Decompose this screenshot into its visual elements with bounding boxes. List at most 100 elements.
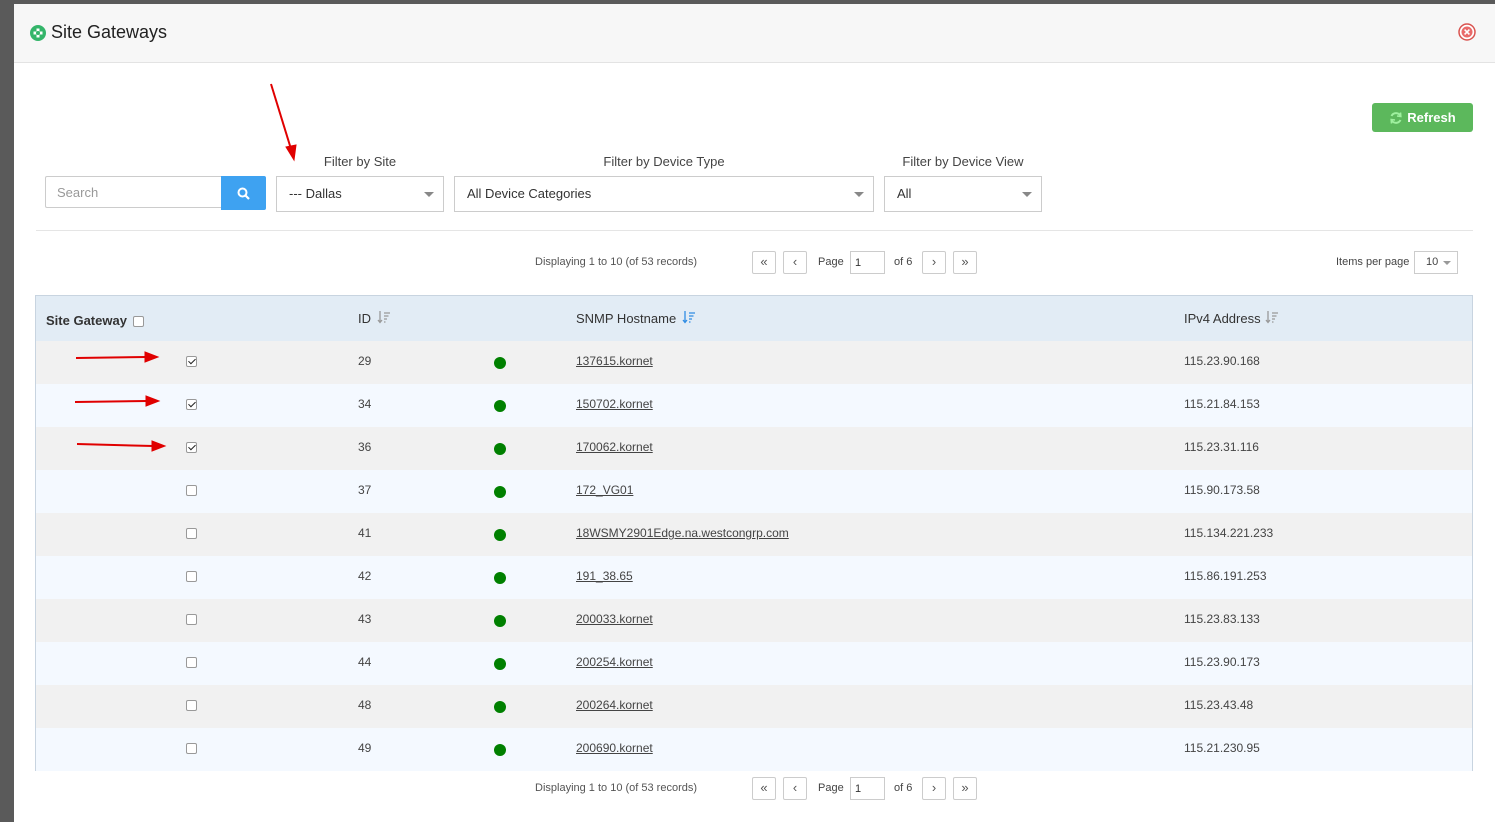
site-gateway-checkbox[interactable] [186,571,197,582]
filter-device-type-label: Filter by Device Type [603,154,725,169]
cell-hostname-link[interactable]: 137615.kornet [576,354,653,368]
table-row[interactable]: 48 200264.kornet 115.23.43.48 [36,685,1472,728]
site-gateway-checkbox[interactable] [186,485,197,496]
page-count-label: of 6 [894,256,913,268]
site-gateway-checkbox[interactable] [186,399,197,410]
cell-hostname-link[interactable]: 200254.kornet [576,655,653,669]
last-page-button[interactable]: » [953,251,977,274]
cell-ipv4: 115.21.230.95 [1184,741,1260,755]
site-gateway-checkbox[interactable] [186,743,197,754]
cell-id: 29 [358,354,372,368]
prev-page-button[interactable]: ‹ [783,251,807,274]
cell-ipv4: 115.134.221.233 [1184,526,1274,540]
column-header-site-gateway: Site Gateway [46,313,127,328]
filter-site-select[interactable]: --- Dallas [276,176,444,212]
cell-id: 34 [358,397,372,411]
next-page-button[interactable]: › [922,251,946,274]
cell-ipv4: 115.23.43.48 [1184,698,1254,712]
first-page-button[interactable]: « [752,777,776,800]
prev-page-button[interactable]: ‹ [783,777,807,800]
dialog-header: Site Gateways [14,4,1495,63]
filter-device-type-select[interactable]: All Device Categories [454,176,874,212]
site-gateway-checkbox[interactable] [186,356,197,367]
status-up-icon [494,701,506,713]
cell-id: 49 [358,741,372,755]
dialog-title: Site Gateways [51,22,168,42]
cell-hostname-link[interactable]: 150702.kornet [576,397,653,411]
status-up-icon [494,400,506,412]
column-header-snmp-hostname[interactable]: SNMP Hostname [576,311,676,326]
table-row[interactable]: 34 150702.kornet 115.21.84.153 [36,384,1472,427]
sort-icon[interactable] [1265,310,1279,324]
cell-hostname-link[interactable]: 191_38.65 [576,569,633,583]
cell-id: 43 [358,612,372,626]
close-icon[interactable] [1458,23,1476,41]
first-page-button[interactable]: « [752,251,776,274]
cell-hostname-link[interactable]: 200264.kornet [576,698,653,712]
site-gateway-checkbox[interactable] [186,442,197,453]
sort-icon[interactable] [377,310,391,324]
page-count-label: of 6 [894,782,913,794]
page-input[interactable] [850,777,885,800]
cell-ipv4: 115.86.191.253 [1184,569,1267,583]
page-label: Page [818,256,844,268]
cell-hostname-link[interactable]: 172_VG01 [576,483,633,497]
gateway-icon [30,25,46,41]
cell-ipv4: 115.23.83.133 [1184,612,1260,626]
divider [36,230,1473,231]
cell-id: 36 [358,440,372,454]
next-page-button[interactable]: › [922,777,946,800]
table-row[interactable]: 42 191_38.65 115.86.191.253 [36,556,1472,599]
items-per-page-select[interactable]: 10 [1414,251,1458,274]
table-row[interactable]: 44 200254.kornet 115.23.90.173 [36,642,1472,685]
cell-hostname-link[interactable]: 170062.kornet [576,440,653,454]
table-row[interactable]: 36 170062.kornet 115.23.31.116 [36,427,1472,470]
cell-hostname-link[interactable]: 200033.kornet [576,612,653,626]
cell-id: 42 [358,569,372,583]
chevron-down-icon [1443,261,1451,265]
cell-id: 37 [358,483,372,497]
filter-device-view-select[interactable]: All [884,176,1042,212]
pager-info-top: Displaying 1 to 10 (of 53 records) [535,256,698,268]
cell-id: 41 [358,526,372,540]
site-gateway-checkbox[interactable] [186,657,197,668]
table-row[interactable]: 41 18WSMY2901Edge.na.westcongrp.com 115.13… [36,513,1472,556]
search-input[interactable] [45,176,221,208]
cell-hostname-link[interactable]: 18WSMY2901Edge.na.westcongrp.com [576,526,789,540]
filter-site-value: --- Dallas [289,186,342,201]
status-up-icon [494,658,506,670]
sort-icon[interactable] [682,310,696,324]
chevron-down-icon [1022,192,1032,197]
table-row[interactable]: 37 172_VG01 115.90.173.58 [36,470,1472,513]
filter-device-view-value: All [897,186,912,201]
site-gateway-checkbox[interactable] [186,614,197,625]
site-gateway-checkbox[interactable] [186,528,197,539]
column-header-id[interactable]: ID [358,311,371,326]
cell-id: 48 [358,698,372,712]
table-row[interactable]: 43 200033.kornet 115.23.83.133 [36,599,1472,642]
status-up-icon [494,529,506,541]
table-header: Site Gateway ID SNMP Hostname IPv4 Addre… [36,296,1472,342]
filter-device-view-label: Filter by Device View [902,154,1024,169]
cell-hostname-link[interactable]: 200690.kornet [576,741,653,755]
page-input[interactable] [850,251,885,274]
chevron-down-icon [424,192,434,197]
status-up-icon [494,357,506,369]
cell-ipv4: 115.23.90.168 [1184,354,1260,368]
status-up-icon [494,572,506,584]
refresh-icon [1390,111,1402,124]
table-row[interactable]: 49 200690.kornet 115.21.230.95 [36,728,1472,771]
select-all-checkbox[interactable] [133,316,144,327]
last-page-button[interactable]: » [953,777,977,800]
refresh-button[interactable]: Refresh [1372,103,1473,132]
column-header-ipv4-address[interactable]: IPv4 Address [1184,311,1261,326]
site-gateway-checkbox[interactable] [186,700,197,711]
search-button[interactable] [221,176,266,210]
items-per-page-label: Items per page [1336,256,1410,268]
site-gateways-dialog: Site Gateways Refresh Filter by Site ---… [14,4,1495,822]
gateways-table: Site Gateway ID SNMP Hostname IPv4 Addre… [35,295,1473,771]
cell-ipv4: 115.21.84.153 [1184,397,1260,411]
status-up-icon [494,443,506,455]
filter-site-label: Filter by Site [323,154,397,169]
table-row[interactable]: 29 137615.kornet 115.23.90.168 [36,341,1472,384]
